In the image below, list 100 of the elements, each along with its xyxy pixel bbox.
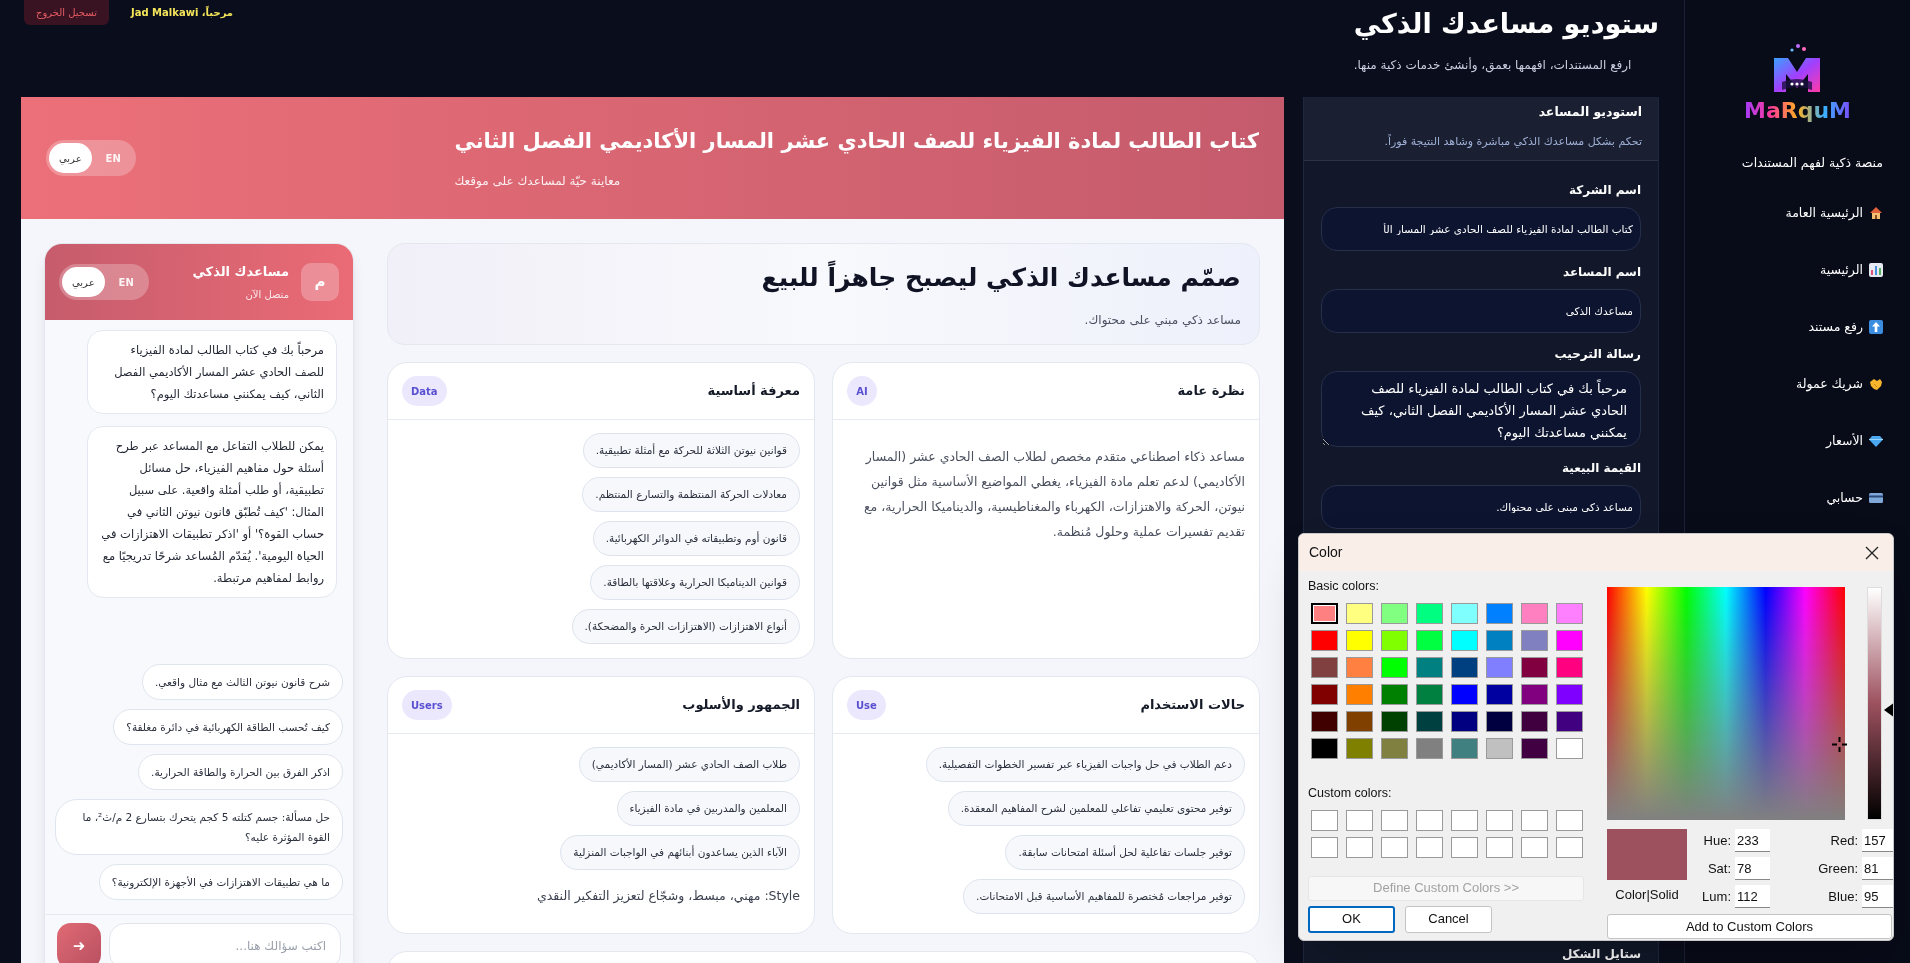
nav-item[interactable]: حسابي <box>1826 487 1883 509</box>
message-input[interactable]: اكتب سؤالك هنا... <box>109 923 341 963</box>
suggestion-chip[interactable]: حل مسألة: جسم كتلته 5 كجم يتحرك بتسارع 2 م/ث²، ما القوة المؤثرة عليه؟ <box>55 799 343 855</box>
color-swatch[interactable] <box>1521 710 1549 732</box>
value-field[interactable]: 95 <box>1862 885 1893 908</box>
dialog-title: Color <box>1309 543 1343 562</box>
color-swatch[interactable] <box>1556 602 1584 624</box>
custom-color-slot[interactable] <box>1381 809 1409 831</box>
color-swatch[interactable] <box>1311 629 1338 651</box>
color-swatch[interactable] <box>1346 602 1374 624</box>
nav-item[interactable]: الرئيسية <box>1819 259 1883 281</box>
nav-item[interactable]: الأسعار <box>1826 430 1883 452</box>
color-swatch[interactable] <box>1346 629 1374 651</box>
color-swatch[interactable] <box>1556 710 1584 732</box>
color-swatch[interactable] <box>1521 737 1549 759</box>
color-swatch[interactable] <box>1311 710 1338 732</box>
logout-button[interactable]: تسجيل الخروج <box>24 0 109 25</box>
color-swatch[interactable] <box>1521 602 1549 624</box>
color-swatch[interactable] <box>1381 737 1409 759</box>
color-swatch[interactable] <box>1416 737 1444 759</box>
color-swatch[interactable] <box>1486 602 1514 624</box>
color-swatch[interactable] <box>1451 683 1479 705</box>
custom-color-slot[interactable] <box>1311 836 1338 858</box>
language-tab[interactable]: عربي <box>49 143 92 173</box>
ok-button[interactable]: OK <box>1308 905 1395 933</box>
upload-icon <box>1869 320 1883 335</box>
value-field[interactable]: 157 <box>1862 829 1893 852</box>
nav-item[interactable]: شريك عمولة <box>1796 373 1883 395</box>
color-swatch[interactable] <box>1381 683 1409 705</box>
nav-item[interactable]: الرئيسية العامة <box>1785 202 1883 224</box>
cancel-button[interactable]: Cancel <box>1405 905 1492 933</box>
custom-color-slot[interactable] <box>1556 836 1584 858</box>
luminance-slider[interactable] <box>1867 587 1893 820</box>
color-swatch[interactable] <box>1451 629 1479 651</box>
language-tab[interactable]: عربي <box>62 267 105 297</box>
color-swatch[interactable] <box>1346 656 1374 678</box>
custom-color-slot[interactable] <box>1521 836 1549 858</box>
color-swatch[interactable] <box>1381 602 1409 624</box>
text-area[interactable]: مرحباً بك في كتاب الطالب لمادة الفيزياء للصف الحادي عشر المسار الأكاديمي الفصل الثاني، كيف يمكنني مساعدتك اليوم؟ <box>1321 371 1641 447</box>
custom-color-slot[interactable] <box>1486 836 1514 858</box>
suggestion-chip[interactable]: شرح قانون نيوتن الثالث مع مثال واقعي. <box>141 664 343 700</box>
color-swatch[interactable] <box>1416 710 1444 732</box>
color-swatch[interactable] <box>1311 683 1338 705</box>
color-swatch[interactable] <box>1416 656 1444 678</box>
custom-color-slot[interactable] <box>1381 836 1409 858</box>
color-swatch[interactable] <box>1311 656 1338 678</box>
color-swatch[interactable] <box>1381 656 1409 678</box>
value-field[interactable]: 81 <box>1862 857 1893 880</box>
custom-color-slot[interactable] <box>1346 836 1374 858</box>
color-swatch[interactable] <box>1521 629 1549 651</box>
crosshair-icon <box>1832 737 1847 753</box>
suggestion-chip[interactable]: ما هي تطبيقات الاهتزازات في الأجهزة الإلكترونية؟ <box>98 864 343 900</box>
send-button[interactable]: ➜ <box>57 923 101 963</box>
nav-item[interactable]: رفع مستند <box>1808 316 1883 338</box>
custom-color-slot[interactable] <box>1416 836 1444 858</box>
color-swatch[interactable] <box>1416 602 1444 624</box>
custom-color-slot[interactable] <box>1451 809 1479 831</box>
color-swatch[interactable] <box>1486 710 1514 732</box>
color-swatch[interactable] <box>1416 683 1444 705</box>
custom-color-slot[interactable] <box>1521 809 1549 831</box>
custom-color-slot[interactable] <box>1416 809 1444 831</box>
text-field[interactable]: مساعدك الذكي <box>1321 289 1641 333</box>
value-field[interactable]: 112 <box>1735 885 1770 908</box>
studio-title: استوديو المساعد <box>1537 103 1642 121</box>
color-swatch[interactable] <box>1486 656 1514 678</box>
value-field[interactable]: 78 <box>1735 857 1770 880</box>
text-field[interactable]: كتاب الطالب لمادة الفيزياء للصف الحادي عشر المسار الأ <box>1321 207 1641 251</box>
color-spectrum[interactable] <box>1607 587 1845 820</box>
color-swatch[interactable] <box>1556 656 1584 678</box>
custom-color-slot[interactable] <box>1311 809 1338 831</box>
color-swatch[interactable] <box>1346 710 1374 732</box>
color-swatch[interactable] <box>1381 710 1409 732</box>
color-swatch[interactable] <box>1346 737 1374 759</box>
color-swatch[interactable] <box>1556 629 1584 651</box>
color-swatch[interactable] <box>1556 737 1584 759</box>
color-swatch[interactable] <box>1486 683 1514 705</box>
color-swatch[interactable] <box>1486 629 1514 651</box>
color-swatch[interactable] <box>1521 656 1549 678</box>
suggestion-chip[interactable]: كيف تُحسب الطاقة الكهربائية في دائرة مغلقة؟ <box>113 709 343 745</box>
add-custom-color-button[interactable]: Add to Custom Colors <box>1607 914 1892 939</box>
color-swatch[interactable] <box>1451 710 1479 732</box>
value-field[interactable]: 233 <box>1735 829 1770 852</box>
color-swatch[interactable] <box>1311 737 1338 759</box>
color-swatch[interactable] <box>1311 602 1338 624</box>
color-swatch[interactable] <box>1521 683 1549 705</box>
color-swatch[interactable] <box>1381 629 1409 651</box>
color-swatch[interactable] <box>1451 737 1479 759</box>
custom-color-slot[interactable] <box>1346 809 1374 831</box>
color-swatch[interactable] <box>1556 683 1584 705</box>
custom-color-slot[interactable] <box>1486 809 1514 831</box>
color-swatch[interactable] <box>1416 629 1444 651</box>
text-field[interactable]: مساعد ذكي مبني على محتواك. <box>1321 485 1641 529</box>
color-swatch[interactable] <box>1451 602 1479 624</box>
field-label: رسالة الترحيب <box>1553 346 1641 363</box>
color-swatch[interactable] <box>1346 683 1374 705</box>
suggestion-chip[interactable]: اذكر الفرق بين الحرارة والطاقة الحرارية. <box>138 754 343 790</box>
custom-color-slot[interactable] <box>1556 809 1584 831</box>
custom-color-slot[interactable] <box>1451 836 1479 858</box>
color-swatch[interactable] <box>1451 656 1479 678</box>
color-swatch[interactable] <box>1486 737 1514 759</box>
